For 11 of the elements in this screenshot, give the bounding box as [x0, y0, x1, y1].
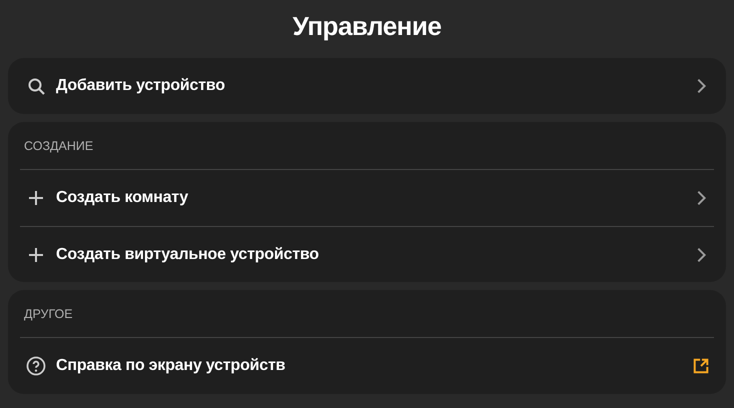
section-header: ДРУГОЕ — [20, 290, 714, 338]
search-icon — [26, 76, 46, 96]
menu-item[interactable]: Добавить устройство — [56, 74, 692, 98]
plus-icon — [26, 188, 46, 208]
menu-item[interactable]: Создать виртуальное устройство — [56, 242, 692, 266]
section-header: СОЗДАНИЕ — [20, 122, 714, 170]
external-link-icon — [692, 357, 710, 375]
menu-item[interactable]: Создать комнату — [56, 186, 692, 210]
help-icon — [26, 356, 46, 376]
page-title: Управление — [292, 10, 442, 43]
menu-item[interactable]: Справка по экрану устройств — [56, 354, 692, 378]
